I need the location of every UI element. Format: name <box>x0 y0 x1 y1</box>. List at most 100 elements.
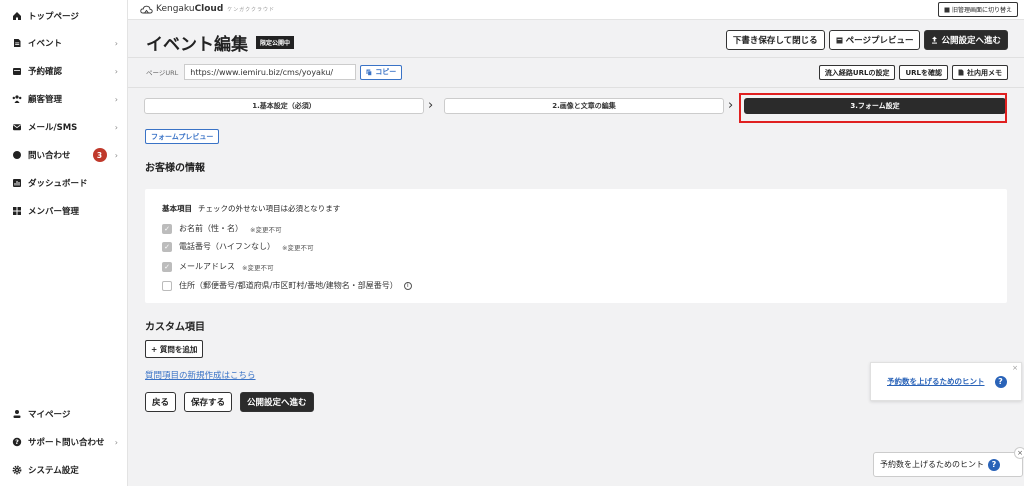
customer-info-title: お客様の情報 <box>145 163 205 174</box>
sidebar-item-dashboard[interactable]: ダッシュボード <box>12 175 124 191</box>
field-row-address: 住所（郵便番号/都道府県/市区町村/番地/建物名・部屋番号） i <box>162 280 412 291</box>
sidebar-item-mail-sms[interactable]: メール/SMS › <box>12 119 124 135</box>
sidebar-item-label: ダッシュボード <box>28 179 88 189</box>
status-badge: 限定公開中 <box>256 36 295 49</box>
basic-fields-card: 基本項目 チェックの外せない項目は必須となります ✓ お名前（性・名） ※変更不可… <box>145 189 1007 303</box>
sidebar-item-label: メンバー管理 <box>28 207 80 217</box>
field-label: メールアドレス <box>179 262 235 271</box>
gear-icon <box>12 465 22 475</box>
sidebar-item-inquiries[interactable]: 問い合わせ 3 › <box>12 147 124 163</box>
back-button[interactable]: 戻る <box>145 392 177 412</box>
help-circle-icon: ? <box>12 437 22 447</box>
inquiries-count-badge: 3 <box>92 148 107 162</box>
sidebar-item-event[interactable]: イベント › <box>12 35 124 51</box>
top-bar: Kengaku Cloud ケンガククラウド 旧管理画面に切り替え <box>128 0 1024 20</box>
chevron-right-icon: › <box>114 94 118 104</box>
field-row-email: ✓ メールアドレス ※変更不可 <box>162 261 273 272</box>
chevron-right-icon: › <box>728 98 734 113</box>
chat-bubble-icon <box>12 150 22 160</box>
step-basic-settings[interactable]: 1.基本設定（必須） <box>144 98 424 114</box>
url-actions: 流入経路URLの設定 URLを確認 社内用メモ <box>818 65 1008 80</box>
main-content: イベント編集 限定公開中 下書き保存して閉じる ページプレビュー 公開設定へ進む… <box>128 20 1024 486</box>
page-preview-button[interactable]: ページプレビュー <box>828 30 921 50</box>
page-url-row: ページURL https://www.iemiru.biz/cms/yoyaku… <box>146 64 403 80</box>
basic-fields-title: 基本項目 <box>162 204 192 213</box>
sidebar-item-label: 予約確認 <box>28 67 63 77</box>
sidebar-item-members[interactable]: メンバー管理 <box>12 203 124 219</box>
grid-icon <box>12 206 22 216</box>
memo-icon <box>958 69 964 76</box>
page-title: イベント編集 <box>146 35 248 55</box>
sidebar-item-label: システム設定 <box>28 466 79 476</box>
active-step-highlight <box>739 93 1007 123</box>
internal-memo-button[interactable]: 社内用メモ <box>952 65 1008 80</box>
help-icon[interactable]: ? <box>994 375 1007 388</box>
page-url-field[interactable]: https://www.iemiru.biz/cms/yoyaku/ <box>184 64 357 80</box>
hint-link[interactable]: 予約数を上げるためのヒント <box>887 376 985 387</box>
checkbox[interactable] <box>162 280 172 291</box>
checkbox[interactable]: ✓ <box>162 241 172 252</box>
page-preview-label: ページプレビュー <box>845 36 914 46</box>
inflow-url-settings-button[interactable]: 流入経路URLの設定 <box>818 65 896 80</box>
logo-text-bold: Cloud <box>194 4 224 14</box>
sidebar-item-label: 顧客管理 <box>28 95 63 105</box>
sidebar: トップページ イベント › 予約確認 › 顧客管理 › メール/SMS › 問い… <box>0 0 128 486</box>
chevron-right-icon: › <box>114 437 118 447</box>
sidebar-item-top-page[interactable]: トップページ <box>12 8 124 24</box>
field-label: 住所（郵便番号/都道府県/市区町村/番地/建物名・部屋番号） <box>179 281 398 290</box>
users-icon <box>12 94 22 104</box>
custom-fields-title: カスタム項目 <box>145 322 205 333</box>
save-button[interactable]: 保存する <box>184 392 233 412</box>
chevron-right-icon: › <box>114 66 118 76</box>
sidebar-item-support[interactable]: ? サポート問い合わせ › <box>12 434 124 450</box>
publish-settings-button[interactable]: 公開設定へ進む <box>924 30 1008 50</box>
publish-settings-footer-button[interactable]: 公開設定へ進む <box>240 392 314 412</box>
calendar-icon <box>12 66 22 76</box>
new-question-link[interactable]: 質問項目の新規作成はこちら <box>145 369 256 381</box>
sidebar-item-system-settings[interactable]: システム設定 <box>12 462 124 478</box>
header-actions: 下書き保存して閉じる ページプレビュー 公開設定へ進む <box>725 30 1008 50</box>
sidebar-item-label: メール/SMS <box>28 123 78 133</box>
bar-chart-icon <box>12 178 22 188</box>
close-icon[interactable]: × <box>1012 364 1018 372</box>
sidebar-item-mypage[interactable]: マイページ <box>12 406 124 422</box>
field-note: ※変更不可 <box>242 263 274 272</box>
publish-settings-label: 公開設定へ進む <box>941 36 1001 46</box>
basic-fields-header: 基本項目 チェックの外せない項目は必須となります <box>162 203 340 214</box>
footer-actions: 戻る 保存する 公開設定へ進む <box>145 392 314 412</box>
logo-text-prefix: Kengaku <box>156 4 195 14</box>
cloud-logo-icon <box>140 5 153 14</box>
preview-icon <box>836 37 843 44</box>
sidebar-item-label: 問い合わせ <box>28 151 71 161</box>
logo-tagline: ケンガククラウド <box>227 6 275 13</box>
checkbox[interactable]: ✓ <box>162 261 172 272</box>
sidebar-item-reservations[interactable]: 予約確認 › <box>12 63 124 79</box>
check-url-button[interactable]: URLを確認 <box>899 65 948 80</box>
logo: Kengaku Cloud ケンガククラウド <box>140 4 275 14</box>
upload-icon <box>931 36 938 44</box>
sidebar-item-label: イベント <box>28 39 63 49</box>
form-preview-button[interactable]: フォームプレビュー <box>145 129 220 144</box>
copy-icon <box>366 69 373 76</box>
add-question-button[interactable]: + 質問を追加 <box>145 340 204 358</box>
sidebar-item-label: サポート問い合わせ <box>28 438 105 448</box>
copy-url-button[interactable]: コピー <box>360 64 403 80</box>
sidebar-item-label: トップページ <box>28 12 79 22</box>
header-divider <box>128 57 1024 58</box>
svg-text:?: ? <box>15 438 19 446</box>
checkbox[interactable]: ✓ <box>162 223 172 234</box>
close-icon[interactable]: × <box>1014 447 1024 459</box>
field-row-phone: ✓ 電話番号（ハイフンなし） ※変更不可 <box>162 241 313 252</box>
sidebar-item-customers[interactable]: 顧客管理 › <box>12 91 124 107</box>
copy-label: コピー <box>375 68 397 76</box>
save-draft-button[interactable]: 下書き保存して閉じる <box>725 30 825 50</box>
field-note: ※変更不可 <box>282 243 314 252</box>
url-divider <box>128 87 1024 88</box>
step-images-text[interactable]: 2.画像と文章の編集 <box>444 98 724 114</box>
field-row-name: ✓ お名前（性・名） ※変更不可 <box>162 223 281 234</box>
switch-old-admin-button[interactable]: 旧管理画面に切り替え <box>937 2 1018 17</box>
mail-icon <box>12 122 22 132</box>
field-label: 電話番号（ハイフンなし） <box>179 242 275 251</box>
hint-button[interactable]: 予約数を上げるためのヒント ? × <box>873 447 1024 477</box>
info-icon[interactable]: i <box>403 281 412 290</box>
